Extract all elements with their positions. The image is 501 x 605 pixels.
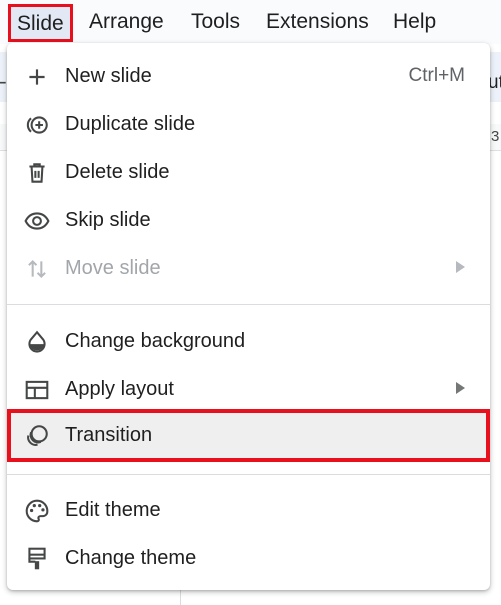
trash-icon — [24, 160, 50, 186]
transition-icon — [24, 423, 50, 449]
shortcut-label: Ctrl+M — [408, 65, 465, 86]
menu-item-label: Delete slide — [65, 161, 170, 183]
menu-item-apply-layout[interactable]: Apply layout — [7, 365, 490, 413]
paint-brush-icon — [24, 546, 50, 572]
menubar: Slide Arrange Tools Extensions Help — [0, 0, 501, 44]
menu-item-delete-slide[interactable]: Delete slide — [7, 148, 490, 196]
eye-icon — [24, 208, 50, 234]
menu-item-label: Change background — [65, 330, 246, 352]
paint-drop-icon — [24, 329, 50, 355]
menu-help[interactable]: Help — [393, 2, 436, 42]
toolbar-select-icon-fragment: ⌐ — [0, 70, 7, 95]
plus-icon — [24, 64, 50, 90]
menu-item-label: Apply layout — [65, 378, 174, 400]
menu-item-duplicate-slide[interactable]: Duplicate slide — [7, 100, 490, 148]
palette-icon — [24, 498, 50, 524]
menu-item-label: Skip slide — [65, 209, 151, 231]
submenu-arrow-icon — [456, 261, 465, 273]
menu-item-new-slide[interactable]: New slide Ctrl+M — [7, 52, 490, 100]
menu-separator — [7, 304, 490, 305]
menu-item-edit-theme[interactable]: Edit theme — [7, 486, 490, 534]
menu-item-label: Move slide — [65, 257, 161, 279]
menu-item-skip-slide[interactable]: Skip slide — [7, 196, 490, 244]
menu-item-label: Transition — [65, 424, 153, 446]
menu-item-label: New slide — [65, 65, 152, 87]
duplicate-slide-icon — [24, 112, 50, 138]
menu-extensions[interactable]: Extensions — [266, 2, 369, 42]
menu-arrange[interactable]: Arrange — [89, 2, 164, 42]
menu-item-label: Change theme — [65, 547, 197, 569]
menu-item-move-slide: Move slide — [7, 244, 490, 292]
menu-item-label: Duplicate slide — [65, 113, 196, 135]
submenu-arrow-icon — [456, 382, 465, 394]
menu-item-change-background[interactable]: Change background — [7, 317, 490, 365]
menu-slide[interactable]: Slide — [8, 4, 73, 42]
menu-tools[interactable]: Tools — [191, 2, 240, 42]
menu-item-label: Edit theme — [65, 499, 161, 521]
ruler-number: 3 — [491, 128, 500, 145]
move-arrows-icon — [24, 256, 50, 282]
menu-separator — [7, 474, 490, 475]
slide-menu-dropdown: New slide Ctrl+M Duplicate slide Delete … — [7, 43, 490, 590]
layout-icon — [24, 377, 50, 403]
menu-item-change-theme[interactable]: Change theme — [7, 534, 490, 582]
menu-item-transition[interactable]: Transition — [7, 409, 490, 462]
